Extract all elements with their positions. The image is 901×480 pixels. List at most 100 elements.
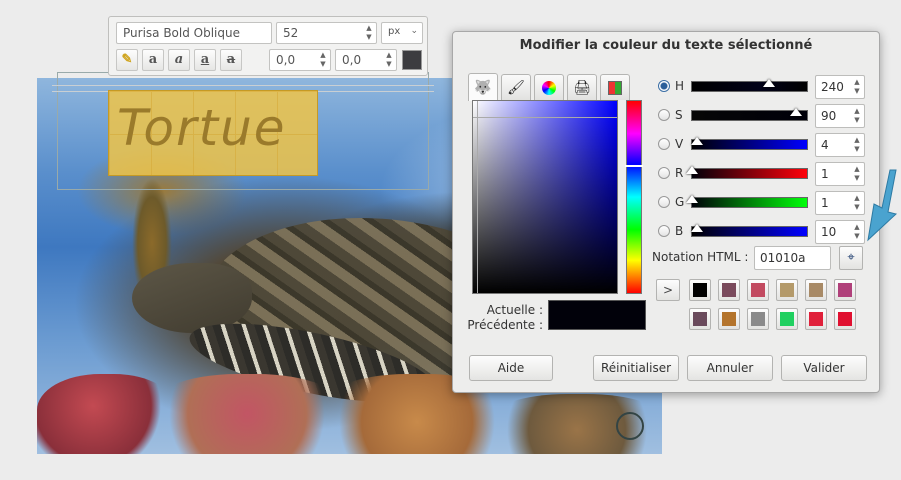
history-swatch[interactable] <box>776 308 798 330</box>
color-picker-button[interactable]: ⌖ <box>839 246 863 270</box>
baseline-field[interactable]: 0,0 ▲ ▼ <box>269 49 331 71</box>
bold-button[interactable]: a <box>142 49 164 71</box>
radio-v[interactable] <box>658 138 670 150</box>
history-swatch[interactable] <box>834 308 856 330</box>
radio-g[interactable] <box>658 196 670 208</box>
slider-knob[interactable] <box>789 108 802 116</box>
history-swatch-color <box>751 283 765 297</box>
cancel-button[interactable]: Annuler <box>687 355 773 381</box>
font-size-field[interactable]: 52 ▲ ▼ <box>276 22 377 44</box>
radio-h[interactable] <box>658 80 670 92</box>
history-swatch[interactable] <box>718 279 740 301</box>
history-swatch[interactable] <box>805 308 827 330</box>
spin-arrows-icon[interactable]: ▲ ▼ <box>852 107 862 125</box>
underline-button[interactable]: a <box>194 49 216 71</box>
text-layer-content[interactable]: Tortue <box>117 99 287 157</box>
reset-button[interactable]: Réinitialiser <box>593 355 679 381</box>
slider-knob[interactable] <box>686 195 699 203</box>
strikethrough-button[interactable]: a <box>220 49 242 71</box>
spin-arrows-icon[interactable]: ▲ ▼ <box>852 78 862 96</box>
spin-b[interactable]: 10 ▲ ▼ <box>815 220 865 244</box>
artist-signature <box>616 412 644 440</box>
history-swatch[interactable] <box>718 308 740 330</box>
text-color-swatch[interactable] <box>402 50 422 70</box>
font-name-field[interactable]: Purisa Bold Oblique <box>116 22 272 44</box>
spin-arrows-icon[interactable]: ▲ ▼ <box>384 51 394 69</box>
history-swatch[interactable] <box>747 308 769 330</box>
hue-marker[interactable] <box>625 165 643 167</box>
palette-icon <box>608 80 622 95</box>
html-notation-input[interactable]: 01010a <box>754 246 831 270</box>
spin-arrows-icon[interactable]: ▲ ▼ <box>318 51 328 69</box>
slider-knob[interactable] <box>763 79 776 87</box>
history-swatch-color <box>722 312 736 326</box>
saturation-value-area[interactable] <box>472 100 618 294</box>
history-swatch-color <box>809 312 823 326</box>
history-swatch[interactable] <box>689 308 711 330</box>
tab-gimp-selector[interactable]: 🐺 <box>468 73 498 101</box>
slider-r[interactable] <box>686 166 808 179</box>
italic-button[interactable]: a <box>168 49 190 71</box>
radio-s[interactable] <box>658 109 670 121</box>
tab-wheel-selector[interactable] <box>534 74 564 100</box>
turtle-head <box>132 263 252 333</box>
color-wheel-icon <box>542 80 556 95</box>
slider-knob[interactable] <box>686 166 699 174</box>
tab-cmyk-selector[interactable]: 🖌 <box>501 74 531 100</box>
html-notation-label: Notation HTML : <box>652 250 749 264</box>
spin-arrows-icon[interactable]: ▲ ▼ <box>364 24 374 42</box>
kerning-field[interactable]: 0,0 ▲ ▼ <box>335 49 397 71</box>
history-swatch[interactable] <box>776 279 798 301</box>
help-button[interactable]: Aide <box>469 355 553 381</box>
gimp-workspace: Tortue Purisa Bold Oblique 52 ▲ ▼ px ⌄ ✎ … <box>0 0 901 480</box>
text-tool-bar: Purisa Bold Oblique 52 ▲ ▼ px ⌄ ✎ a a a a… <box>108 16 428 76</box>
slider-v[interactable] <box>690 137 808 150</box>
clear-style-button[interactable]: ✎ <box>116 49 138 71</box>
slider-knob[interactable] <box>690 137 703 145</box>
history-swatch[interactable] <box>805 279 827 301</box>
slider-knob[interactable] <box>690 224 703 232</box>
chevron-down-icon: ⌄ <box>410 26 418 36</box>
ok-button[interactable]: Valider <box>781 355 867 381</box>
tab-printer-selector[interactable]: 🖨 <box>567 74 597 100</box>
spin-s[interactable]: 90 ▲ ▼ <box>815 104 865 128</box>
spin-h[interactable]: 240 ▲ ▼ <box>815 75 865 99</box>
slider-g[interactable] <box>686 195 808 208</box>
history-toggle-button[interactable]: > <box>656 279 680 301</box>
spin-g[interactable]: 1 ▲ ▼ <box>815 191 865 215</box>
history-swatch-color <box>838 283 852 297</box>
callout-arrow-icon <box>867 169 898 242</box>
history-swatch-color <box>693 283 707 297</box>
radio-r[interactable] <box>658 167 670 179</box>
current-color-swatch <box>548 300 646 330</box>
slider-s[interactable] <box>691 108 808 121</box>
spin-arrows-icon[interactable]: ▲ ▼ <box>852 136 862 154</box>
history-swatch-color <box>809 283 823 297</box>
radio-b[interactable] <box>658 225 670 237</box>
slider-b[interactable] <box>690 224 808 237</box>
previous-color-label: Précédente : <box>467 318 543 332</box>
gimp-wilber-icon: 🐺 <box>474 79 492 96</box>
tab-palette-selector[interactable] <box>600 74 630 100</box>
history-swatch-color <box>751 312 765 326</box>
spin-r[interactable]: 1 ▲ ▼ <box>815 162 865 186</box>
history-swatch[interactable] <box>834 279 856 301</box>
unit-select[interactable]: px ⌄ <box>381 22 423 44</box>
dialog-title: Modifier la couleur du texte sélectionné <box>519 38 813 53</box>
text-layer-box[interactable]: Tortue <box>108 90 318 176</box>
hue-strip[interactable] <box>625 100 643 294</box>
spin-arrows-icon[interactable]: ▲ ▼ <box>852 194 862 212</box>
current-color-label: Actuelle : <box>486 303 543 317</box>
slider-h[interactable] <box>691 79 808 92</box>
text-color-dialog: Modifier la couleur du texte sélectionné… <box>452 31 880 393</box>
history-swatch-color <box>780 312 794 326</box>
printer-icon: 🖨 <box>573 79 591 96</box>
spin-v[interactable]: 4 ▲ ▼ <box>815 133 865 157</box>
history-swatch-color <box>838 312 852 326</box>
spin-arrows-icon[interactable]: ▲ ▼ <box>852 223 862 241</box>
history-swatch-color <box>722 283 736 297</box>
spin-arrows-icon[interactable]: ▲ ▼ <box>852 165 862 183</box>
history-swatch[interactable] <box>689 279 711 301</box>
history-swatch[interactable] <box>747 279 769 301</box>
brush-icon: 🖌 <box>507 79 525 96</box>
